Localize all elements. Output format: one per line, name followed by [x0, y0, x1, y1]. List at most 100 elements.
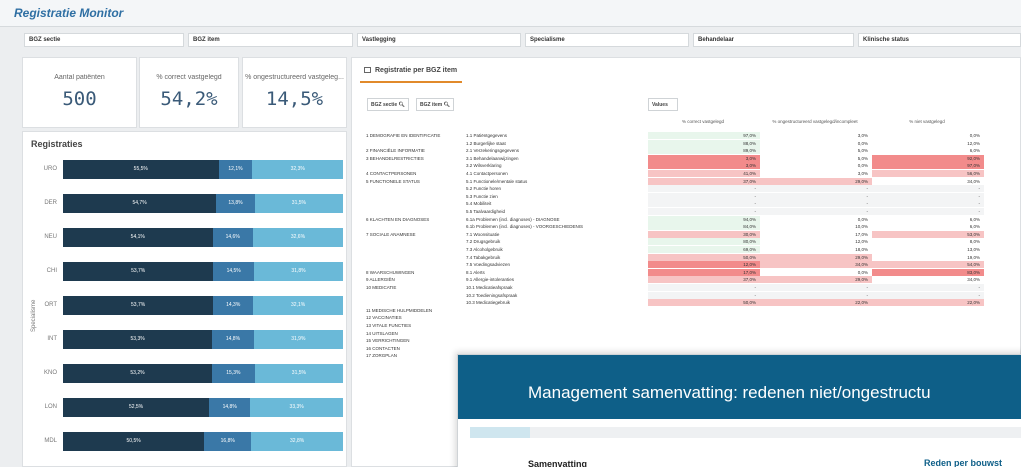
- bar-row[interactable]: KNO 53,2% 15,3% 31,5%: [44, 364, 353, 383]
- filter-specialisme[interactable]: Specialisme: [525, 33, 689, 47]
- bar-segment[interactable]: 53,2%: [63, 364, 212, 383]
- cell-bgz-sectie: 9 ALLERGIËN: [366, 277, 395, 283]
- bar-segment[interactable]: 54,1%: [63, 228, 213, 247]
- bar-category-label: CHI: [46, 268, 57, 274]
- bar-segment[interactable]: 52,5%: [63, 398, 210, 417]
- bar-row[interactable]: DER 54,7% 13,8% 31,5%: [44, 194, 353, 213]
- filter-behandelaar[interactable]: Behandelaar: [693, 33, 854, 47]
- table-row[interactable]: 12 VACCINATIES: [366, 314, 1021, 322]
- table-row[interactable]: 10 MEDICATIE 10.1 Medicatieafspraak - - -: [366, 284, 1021, 291]
- kpi-correct-vastgelegd[interactable]: % correct vastgelegd 54,2%: [139, 57, 239, 128]
- bar-segment[interactable]: 33,3%: [250, 398, 343, 417]
- bar-segment[interactable]: 50,5%: [63, 432, 205, 451]
- bar-row[interactable]: INT 53,3% 14,8% 31,9%: [47, 330, 353, 349]
- kpi-aantal-patienten[interactable]: Aantal patiënten 500: [22, 57, 137, 128]
- bar-segment[interactable]: 32,6%: [252, 228, 343, 247]
- cell-correct: 80,0%: [648, 238, 760, 246]
- cell-correct: 37,0%: [648, 276, 760, 284]
- kpi-label: Aantal patiënten: [54, 74, 105, 81]
- table-row[interactable]: 6 KLACHTEN EN DIAGNOSES 6.1a Problemen (i…: [366, 215, 1021, 223]
- tab-title-label: Registratie per BGZ item: [375, 67, 458, 74]
- table-row[interactable]: 10.2 Toedieningsafspraak - - -: [366, 291, 1021, 299]
- table-row[interactable]: 15 VERRICHTINGEN: [366, 337, 1021, 345]
- table-row[interactable]: 5.2 Functie horen - - -: [366, 185, 1021, 193]
- bar-row[interactable]: CHI 53,7% 14,5% 31,8%: [47, 262, 353, 281]
- table-row[interactable]: 5.3 Functie zien - - -: [366, 192, 1021, 200]
- cell-bgz-item: 7.4 Tabakgebruik: [466, 254, 501, 260]
- table-row[interactable]: 11 MEDISCHE HULPMIDDELEN: [366, 306, 1021, 314]
- table-row[interactable]: 5.5 Taalvaardigheid - - -: [366, 208, 1021, 215]
- table-row[interactable]: 3 BEHANDELRESTRICTIES 3.1 Behandelaanwijz…: [366, 154, 1021, 162]
- cell-bgz-sectie: [366, 208, 462, 215]
- table-row[interactable]: 5 FUNCTIONELE STATUS 5.1 Functionele/ment…: [366, 177, 1021, 185]
- bar-category-label: DER: [44, 200, 57, 206]
- bar-segment[interactable]: 31,5%: [254, 194, 343, 213]
- filter-vastlegging[interactable]: Vastlegging: [357, 33, 521, 47]
- table-row[interactable]: 1.2 Burgerlijke staat 88,0% 0,0% 12,0%: [366, 139, 1021, 147]
- filter-bgz-sectie[interactable]: BGZ sectie: [24, 33, 184, 47]
- table-row[interactable]: 5.4 Mobiliteit - - -: [366, 200, 1021, 208]
- table-row[interactable]: 7.4 Tabakgebruik 50,0% 29,0% 19,0%: [366, 253, 1021, 261]
- bar-segment[interactable]: 13,8%: [216, 194, 255, 213]
- bar-segment[interactable]: 32,3%: [252, 160, 343, 179]
- cell-niet-vastgelegd: [872, 306, 984, 314]
- cell-bgz-sectie: 3 BEHANDELRESTRICTIES: [366, 155, 424, 161]
- table-row[interactable]: 9 ALLERGIËN 9.1 Allergie-intoleranties 37,…: [366, 276, 1021, 284]
- bar-row[interactable]: ORT 53,7% 14,3% 32,1%: [44, 296, 353, 315]
- bar-segment[interactable]: 31,8%: [253, 262, 343, 281]
- dim-button-bgz-item[interactable]: BGZ item 🔍︎: [416, 98, 454, 111]
- bar-row[interactable]: MDL 50,5% 16,8% 32,8%: [44, 432, 353, 451]
- management-summary-overlay[interactable]: Management samenvatting: redenen niet/on…: [457, 354, 1021, 467]
- cell-bgz-sectie: 8 WAARSCHUWINGEN: [366, 269, 415, 275]
- bar-segment[interactable]: 53,7%: [63, 296, 214, 315]
- search-icon: 🔍︎: [443, 102, 450, 108]
- cell-correct: 94,0%: [648, 215, 760, 223]
- cell-correct: 97,0%: [648, 132, 760, 139]
- cell-niet-vastgelegd: 13,0%: [872, 246, 984, 253]
- bar-segment[interactable]: 14,8%: [212, 330, 254, 349]
- table-row[interactable]: 3.2 Wilsverklaring 3,0% 0,0% 97,0%: [366, 162, 1021, 170]
- bar-segment[interactable]: 32,1%: [253, 296, 343, 315]
- tab-registratie-per-bgz-item[interactable]: Registratie per BGZ item: [364, 67, 457, 74]
- bar-segment[interactable]: 16,8%: [204, 432, 252, 451]
- bar-row[interactable]: URO 55,5% 12,1% 32,3%: [44, 160, 353, 179]
- table-row[interactable]: 8 WAARSCHUWINGEN 8.1 Alerts 17,0% 0,0% 83,0%: [366, 268, 1021, 276]
- bar-segment[interactable]: 31,5%: [254, 364, 343, 383]
- table-row[interactable]: 7.2 Drugsgebruik 80,0% 12,0% 8,0%: [366, 238, 1021, 246]
- values-button[interactable]: Values: [648, 98, 678, 111]
- table-row[interactable]: 7 SOCIALE ANAMNESE 7.1 Woonsituatie 30,0% 1…: [366, 230, 1021, 238]
- kpi-ongestructureerd-vastgelegd[interactable]: % ongestructureerd vastgeleg... 14,5%: [242, 57, 347, 128]
- table-row[interactable]: 7.3 Alcoholgebruik 69,0% 18,0% 13,0%: [366, 246, 1021, 253]
- bar-segment[interactable]: 31,9%: [253, 330, 343, 349]
- bar-segment[interactable]: 14,8%: [209, 398, 251, 417]
- table-row[interactable]: 2 FINANCIËLE INFORMATIE 2.1 Verzekeringsg…: [366, 147, 1021, 155]
- table-row[interactable]: 14 UITSLAGEN: [366, 329, 1021, 337]
- bar-segment[interactable]: 53,3%: [63, 330, 213, 349]
- bar-segment[interactable]: 15,3%: [211, 364, 255, 383]
- bar-segment[interactable]: 12,1%: [218, 160, 253, 179]
- registraties-chart-panel[interactable]: Registraties Specialisme URO 55,5% 12,1% 32…: [22, 131, 347, 467]
- bar-segment[interactable]: 14,6%: [212, 228, 253, 247]
- table-row[interactable]: 13 VITALE FUNCTIES: [366, 322, 1021, 329]
- table-row[interactable]: 4 CONTACTPERSONEN 4.1 Contactpersonen 41,0…: [366, 170, 1021, 177]
- table-row[interactable]: 6.1b Problemen (incl. diagnoses) - VOORG…: [366, 223, 1021, 231]
- bar-row[interactable]: LON 52,5% 14,8% 33,3%: [45, 398, 353, 417]
- bar-segment[interactable]: 54,7%: [63, 194, 217, 213]
- bar-category-label: KNO: [43, 370, 57, 376]
- bar-segment[interactable]: 55,5%: [63, 160, 219, 179]
- table-row[interactable]: 16 CONTACTEN: [366, 344, 1021, 352]
- cell-bgz-sectie: [366, 254, 462, 261]
- table-row[interactable]: 10.3 Medicatiegebruik 50,0% 22,0% 22,0%: [366, 299, 1021, 307]
- bar-segment[interactable]: 53,7%: [63, 262, 214, 281]
- bar-segment[interactable]: 14,5%: [213, 262, 254, 281]
- cell-ongestructureerd: 22,0%: [760, 299, 872, 307]
- bar-segment[interactable]: 32,8%: [251, 432, 343, 451]
- table-row[interactable]: 7.5 Voedingsadviezen 12,0% 34,0% 54,0%: [366, 261, 1021, 269]
- bar-row[interactable]: NEU 54,1% 14,6% 32,6%: [44, 228, 353, 247]
- dim-button-bgz-sectie[interactable]: BGZ sectie 🔍︎: [367, 98, 409, 111]
- bar-segment[interactable]: 14,3%: [213, 296, 254, 315]
- filter-bgz-item[interactable]: BGZ item: [188, 33, 353, 47]
- filter-klinische-status[interactable]: Klinische status: [858, 33, 1021, 47]
- cell-bgz-sectie: 11 MEDISCHE HULPMIDDELEN: [366, 307, 433, 313]
- table-row[interactable]: 1 DEMOGRAFIE EN IDENTIFICATIE 1.1 Patiënt…: [366, 132, 1021, 139]
